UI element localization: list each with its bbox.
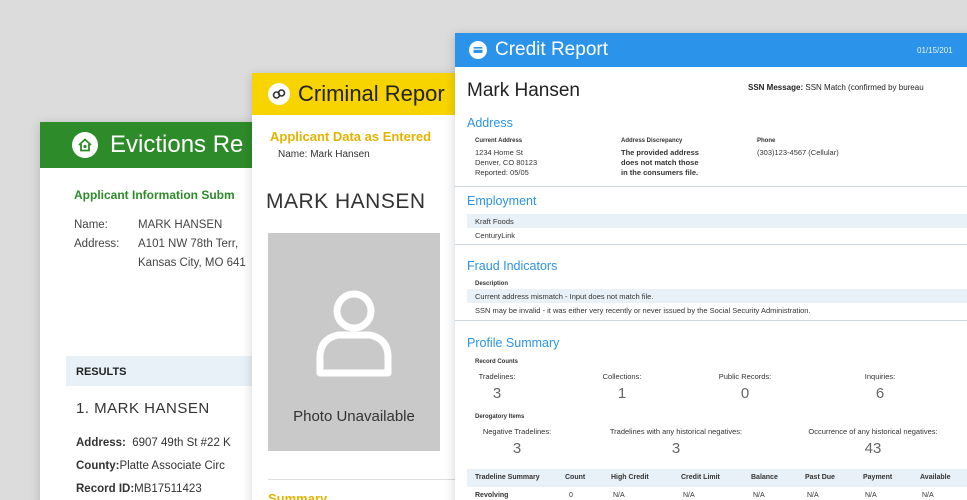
fraud-item: Current address mismatch - Input does no… (467, 289, 967, 303)
divider (455, 320, 967, 321)
column-header: Tradeline Summary (475, 474, 540, 481)
address-label: Address: (74, 238, 120, 250)
address-line1: A101 NW 78th Terr, (138, 238, 239, 250)
credit-header: Credit Report 01/15/201 (455, 33, 967, 67)
profile-section-title: Profile Summary (467, 336, 560, 350)
address-discrepancy-label: Address Discrepancy (621, 138, 683, 144)
table-cell: N/A (683, 492, 695, 499)
record-counts-label: Record Counts (475, 359, 519, 365)
name-label: Name: (74, 219, 108, 231)
column-header: Balance (751, 474, 778, 481)
table-cell: N/A (807, 492, 819, 499)
summary-heading: Summary (268, 491, 328, 500)
column-header: Credit Limit (681, 474, 720, 481)
credit-report-card: Credit Report 01/15/201 Mark Hansen SSN … (455, 33, 967, 500)
consumer-name: Mark Hansen (467, 80, 580, 101)
fraud-item: SSN may be invalid - it was either very … (475, 306, 811, 315)
historical-negatives: Tradelines with any historical negatives… (609, 427, 743, 457)
result-record-id: Record ID:MB17511423 (76, 483, 202, 495)
house-icon (72, 132, 98, 158)
current-address-label: Current Address (475, 138, 523, 144)
column-header: Count (565, 474, 586, 481)
divider (268, 479, 468, 480)
derogatory-items-label: Derogatory Items (475, 414, 525, 420)
subject-name: MARK HANSEN (266, 190, 426, 213)
credit-title: Credit Report (495, 39, 608, 60)
column-header: Payment (863, 474, 893, 481)
photo-placeholder: Photo Unavailable (268, 233, 440, 451)
criminal-header: Criminal Repor (252, 73, 482, 115)
inquiries-count: Inquiries: 6 (864, 372, 896, 402)
phone-value: (303)123-4567 (Cellular) (757, 148, 839, 157)
result-county: County:Platte Associate Circ (76, 460, 225, 472)
table-cell: N/A (865, 492, 877, 499)
evictions-title: Evictions Re (110, 131, 244, 158)
address-section-title: Address (467, 116, 513, 130)
phone-label: Phone (757, 138, 776, 144)
result-name: 1. MARK HANSEN (76, 400, 210, 417)
table-cell: N/A (922, 492, 934, 499)
collections-count: Collections: 1 (602, 372, 642, 402)
table-cell: N/A (753, 492, 765, 499)
credit-icon (469, 41, 487, 59)
occurrence-negatives: Occurrence of any historical negatives: 4… (808, 427, 938, 457)
employer-row: CenturyLink (475, 231, 516, 240)
applicant-name-line: Name: Mark Hansen (278, 149, 370, 160)
criminal-title: Criminal Repor (298, 81, 445, 106)
negative-tradelines: Negative Tradelines: 3 (482, 427, 552, 457)
address-line2: Kansas City, MO 641 (138, 257, 246, 269)
address-discrepancy-text: The provided address does not match thos… (621, 148, 699, 177)
report-date: 01/15/201 (917, 46, 953, 55)
table-cell: Revolving (475, 492, 509, 499)
table-cell: N/A (613, 492, 625, 499)
employer-row: Kraft Foods (467, 214, 967, 228)
current-address-value: 1234 Home St Denver, CO 80123 Reported: … (475, 148, 538, 177)
employment-section-title: Employment (467, 194, 537, 208)
divider (455, 244, 967, 245)
photo-unavailable-text: Photo Unavailable (293, 408, 415, 425)
divider (455, 186, 967, 187)
criminal-report-card: Criminal Repor Applicant Data as Entered… (252, 73, 482, 500)
applicant-data-heading: Applicant Data as Entered (270, 129, 432, 144)
column-header: High Credit (611, 474, 649, 481)
name-value: MARK HANSEN (138, 219, 223, 231)
table-cell: 0 (569, 492, 573, 499)
column-header: Available (920, 474, 951, 481)
result-address: Address: 6907 49th St #22 K (76, 437, 231, 449)
fraud-description-label: Description (475, 281, 509, 287)
handcuffs-icon (268, 83, 290, 105)
public-records-count: Public Records: 0 (718, 372, 772, 402)
tradelines-count: Tradelines: 3 (478, 372, 516, 402)
person-icon (316, 290, 392, 377)
column-header: Past Due (805, 474, 835, 481)
ssn-message: SSN Message: SSN Match (confirmed by bur… (748, 83, 924, 92)
fraud-section-title: Fraud Indicators (467, 259, 558, 273)
